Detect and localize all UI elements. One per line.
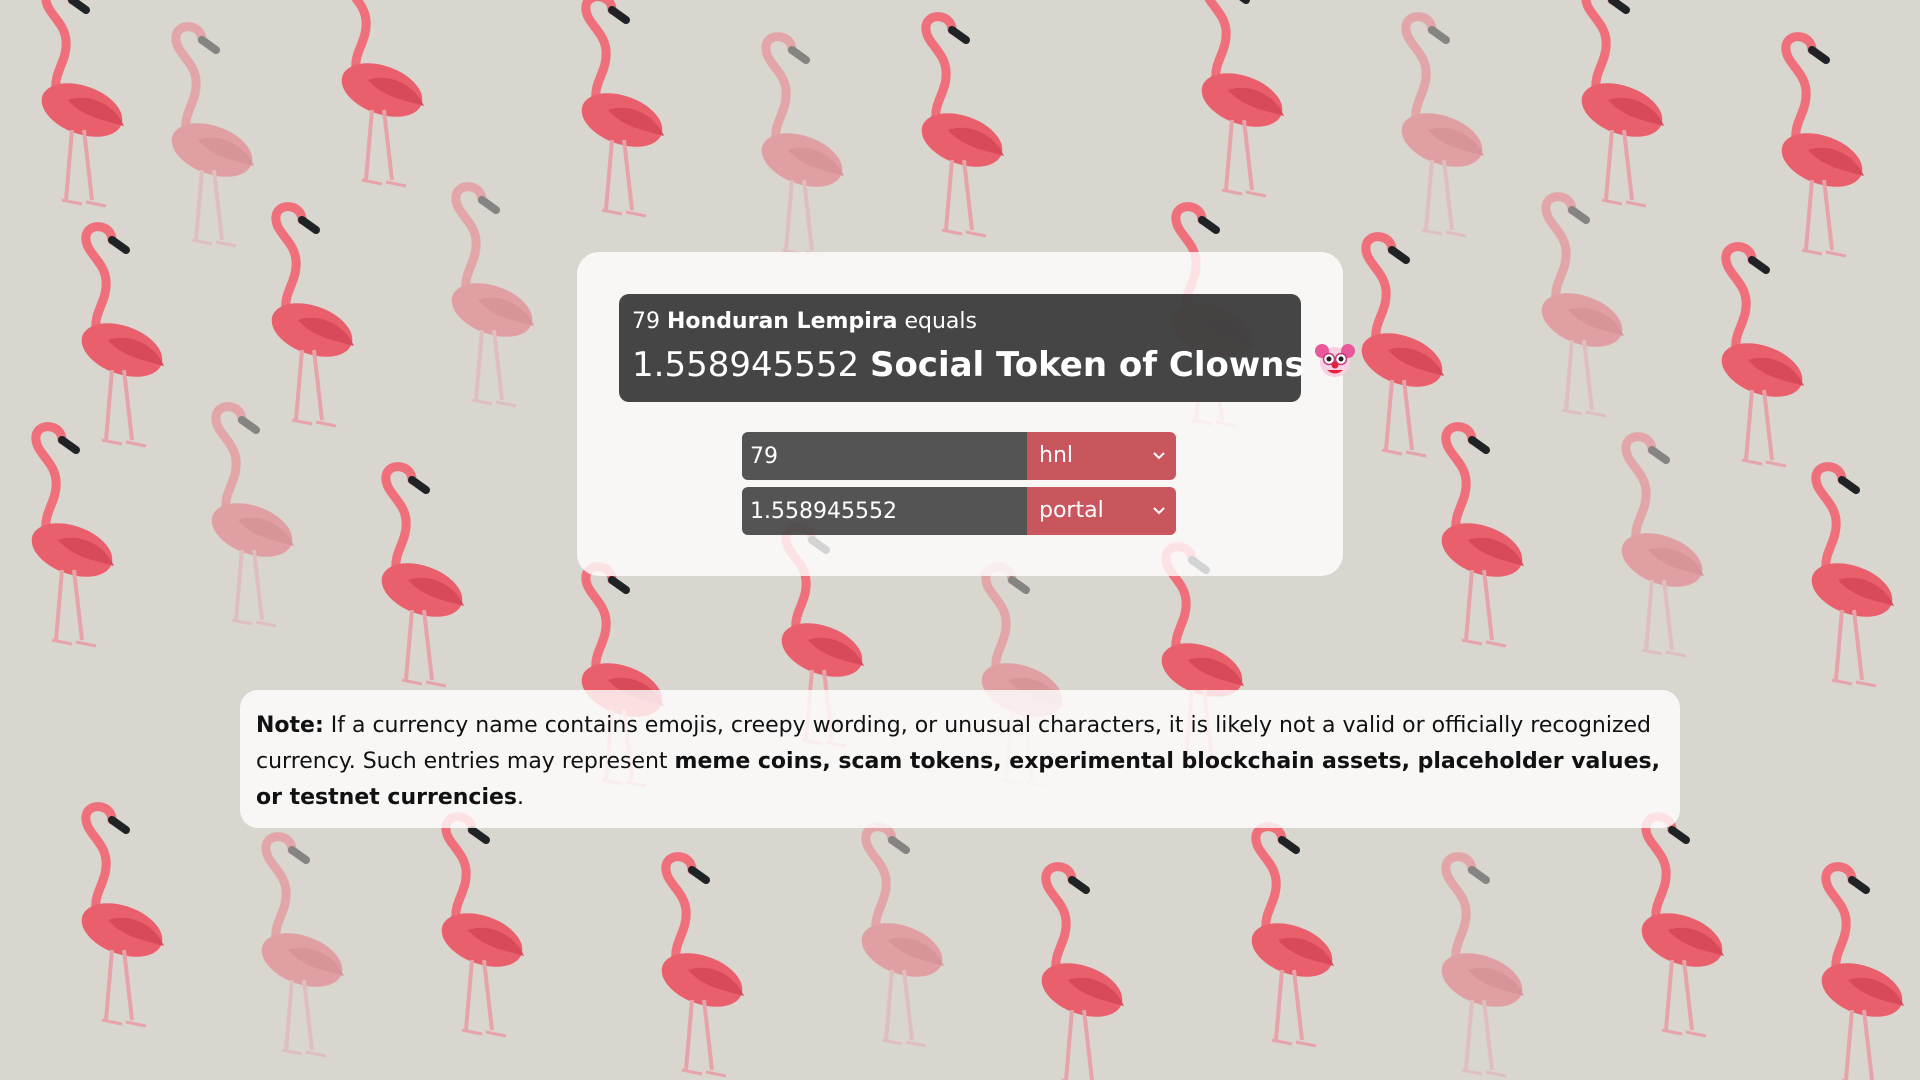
from-currency-name: Honduran Lempira <box>667 309 898 334</box>
note-end: . <box>517 785 525 810</box>
chevron-down-icon <box>1152 432 1166 480</box>
to-currency-name: Social Token of Clowns <box>869 345 1305 385</box>
from-currency-value: hnl <box>1039 443 1073 468</box>
chevron-down-icon <box>1152 487 1166 535</box>
to-currency-select[interactable]: portal <box>1027 487 1176 535</box>
to-amount: 1.558945552 <box>632 345 860 385</box>
note-label: Note: <box>256 713 324 738</box>
from-amount: 79 <box>632 309 660 334</box>
equals-word: equals <box>904 309 977 334</box>
to-summary: 1.558945552 Social Token of Clowns <box>632 340 1355 393</box>
clown-face-icon <box>1314 340 1355 393</box>
conversion-result: 79 Honduran Lempira equals 1.558945552 S… <box>619 294 1355 402</box>
disclaimer-note: Note: If a currency name contains emojis… <box>240 690 1680 828</box>
from-row: hnl <box>742 432 1176 480</box>
from-summary: 79 Honduran Lempira equals <box>632 308 1287 336</box>
from-currency-select[interactable]: hnl <box>1027 432 1176 480</box>
to-row: portal <box>742 487 1176 535</box>
from-amount-input[interactable] <box>742 432 1027 480</box>
converter-card: 79 Honduran Lempira equals 1.558945552 S… <box>577 252 1355 576</box>
to-currency-value: portal <box>1039 498 1104 523</box>
to-amount-input[interactable] <box>742 487 1027 535</box>
